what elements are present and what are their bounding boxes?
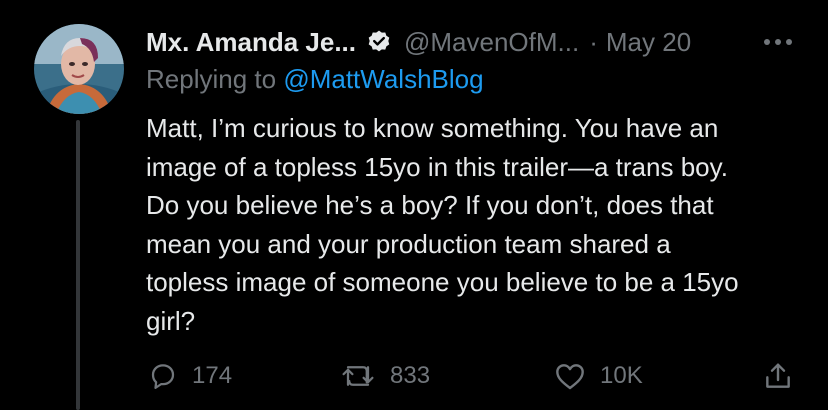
like-count: 10K xyxy=(600,362,643,389)
header-separator: · xyxy=(589,26,598,57)
retweet-button[interactable]: 833 xyxy=(340,356,430,396)
retweet-icon xyxy=(340,361,376,391)
tweet-text-line: topless image of someone you believe to … xyxy=(146,267,739,297)
replying-handle-link[interactable]: @MattWalshBlog xyxy=(283,64,483,94)
tweet-date[interactable]: May 20 xyxy=(606,27,691,58)
more-dots-icon[interactable] xyxy=(758,28,798,56)
share-icon xyxy=(762,360,794,392)
tweet-text-line: Matt, I’m curious to know something. You… xyxy=(146,113,719,143)
like-button[interactable]: 10K xyxy=(554,356,643,396)
tweet-header: Mx. Amanda Je... @MavenOfM... · May 20 xyxy=(146,24,691,60)
tweet-text-line: mean you and your production team shared… xyxy=(146,228,671,259)
heart-icon xyxy=(554,361,586,391)
action-bar: 174 833 10K xyxy=(0,356,828,396)
reply-button[interactable]: 174 xyxy=(148,356,232,396)
share-button[interactable] xyxy=(762,356,794,396)
author-name[interactable]: Mx. Amanda Je... xyxy=(146,27,356,58)
author-handle[interactable]: @MavenOfM... xyxy=(404,27,579,58)
retweet-count: 833 xyxy=(390,362,431,389)
tweet-text-line: image of a topless 15yo in this trailer—… xyxy=(146,151,728,182)
tweet-text: Matt, I’m curious to know something. You… xyxy=(146,109,806,340)
tweet-text-line: Do you believe he’s a boy? If you don’t,… xyxy=(146,190,714,220)
replying-prefix: Replying to xyxy=(146,64,277,94)
tweet-text-line: girl? xyxy=(146,305,196,336)
verified-badge-icon xyxy=(366,29,392,55)
reply-icon xyxy=(148,361,178,391)
reply-count: 174 xyxy=(192,362,233,389)
tweet[interactable]: Mx. Amanda Je... @MavenOfM... · May 20 R… xyxy=(0,0,828,410)
avatar[interactable] xyxy=(34,24,124,114)
replying-to: Replying to @MattWalshBlog xyxy=(146,64,484,95)
